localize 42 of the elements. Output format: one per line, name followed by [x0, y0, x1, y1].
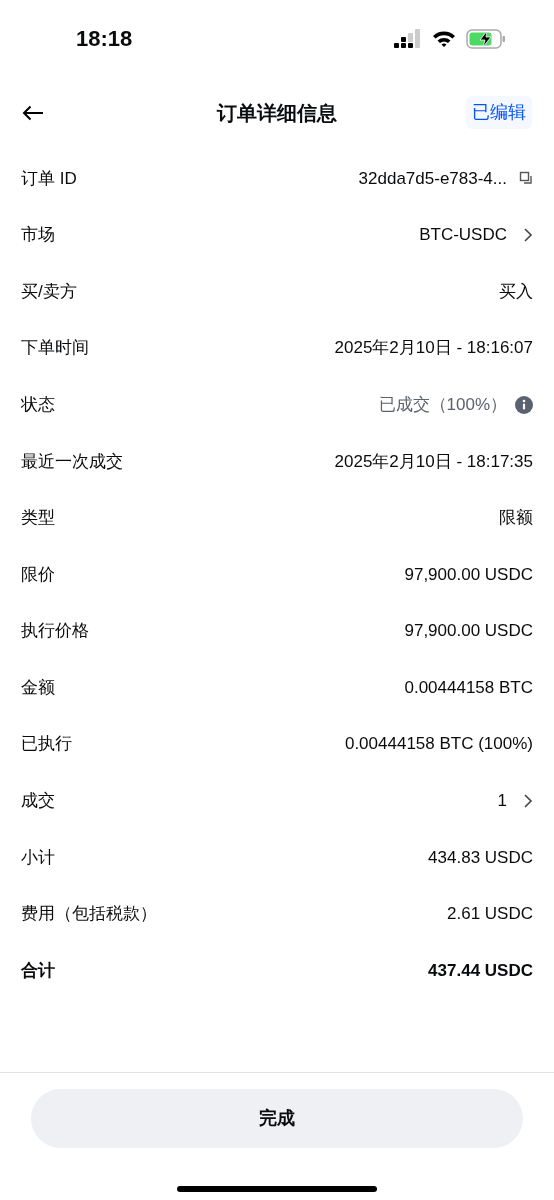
- row-label: 订单 ID: [21, 167, 77, 190]
- info-icon[interactable]: [515, 395, 533, 414]
- row-value: 买入: [499, 280, 533, 303]
- row-value: 1: [497, 790, 507, 813]
- edited-button[interactable]: 已编辑: [466, 96, 532, 129]
- row-value: 限额: [499, 507, 533, 530]
- row-label: 金额: [21, 676, 55, 699]
- row-value: 0.00444158 BTC (100%): [344, 733, 533, 756]
- row-value: 0.00444158 BTC: [404, 676, 533, 699]
- row-label: 合计: [21, 959, 55, 982]
- row-value: 2025年2月10日 - 18:16:07: [334, 337, 533, 360]
- row-label: 最近一次成交: [21, 450, 123, 473]
- row-value: 97,900.00 USDC: [404, 563, 533, 586]
- chevron-right-icon[interactable]: [523, 792, 533, 809]
- copy-icon[interactable]: [519, 171, 533, 186]
- done-button[interactable]: 完成: [31, 1089, 523, 1148]
- row-label: 执行价格: [21, 620, 89, 643]
- battery-charging-icon: [466, 28, 506, 49]
- row-value: 2.61 USDC: [447, 903, 533, 926]
- back-arrow-icon[interactable]: [22, 104, 44, 121]
- row-value: 97,900.00 USDC: [404, 620, 533, 643]
- row-label: 限价: [21, 563, 55, 586]
- row-label: 类型: [21, 507, 55, 530]
- row-label: 已执行: [21, 733, 72, 756]
- row-value: 434.83 USDC: [428, 846, 533, 869]
- row-value: 2025年2月10日 - 18:17:35: [334, 450, 533, 473]
- wifi-icon: [432, 29, 456, 48]
- row-label: 买/卖方: [21, 280, 77, 303]
- row-value: 437.44 USDC: [428, 959, 533, 982]
- page-title: 订单详细信息: [217, 100, 337, 126]
- row-value: 32dda7d5-e783-4...: [358, 167, 507, 190]
- signal-icon: [394, 28, 422, 49]
- row-value: BTC-USDC: [419, 224, 507, 247]
- row-label: 状态: [21, 393, 55, 416]
- status-time: 18:18: [76, 25, 133, 53]
- row-label: 下单时间: [21, 337, 89, 360]
- row-label: 市场: [21, 224, 55, 247]
- row-label: 费用（包括税款）: [21, 903, 157, 926]
- chevron-right-icon[interactable]: [523, 226, 533, 243]
- row-label: 小计: [21, 846, 55, 869]
- row-value: 已成交（100%）: [378, 393, 507, 416]
- row-label: 成交: [21, 790, 55, 813]
